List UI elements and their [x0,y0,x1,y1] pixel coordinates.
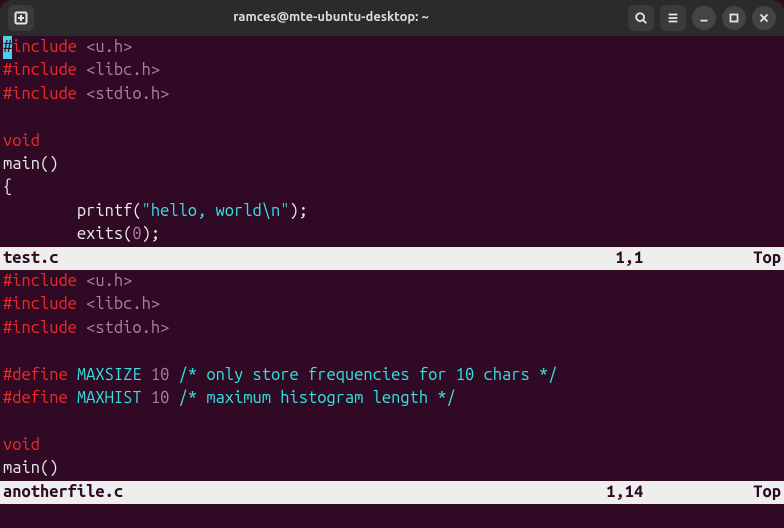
code-line: #define MAXSIZE 10 /* only store frequen… [0,364,784,387]
close-button[interactable] [752,6,776,30]
code-line: #include <libc.h> [0,59,784,82]
status-scroll: Top [753,247,781,270]
minimize-button[interactable] [692,6,716,30]
code-line: #define MAXHIST 10 /* maximum histogram … [0,387,784,410]
code-line: void [0,434,784,457]
code-line [0,340,784,363]
code-line: void [0,130,784,153]
status-filename: anotherfile.c [3,481,123,504]
titlebar: ramces@mte-ubuntu-desktop: ~ [0,0,784,36]
code-line [0,106,784,129]
status-scroll: Top [753,481,781,504]
maximize-icon [727,11,741,25]
code-line: { [0,176,784,199]
status-cursor-position: 1,14 [606,481,753,504]
code-line: printf("hello, world\n"); [0,200,784,223]
search-icon [634,11,648,25]
terminal-window: ramces@mte-ubuntu-desktop: ~ [0,0,784,528]
code-line: #include <libc.h> [0,293,784,316]
code-line: exits(0); [0,223,784,246]
code-line: main() [0,457,784,480]
menu-button[interactable] [660,5,686,31]
terminal-body[interactable]: #include <u.h> #include <libc.h> #includ… [0,36,784,528]
code-line [0,411,784,434]
hamburger-icon [666,11,680,25]
new-tab-icon [13,10,29,26]
editor-pane-1[interactable]: #include <u.h> #include <libc.h> #includ… [0,36,784,270]
minimize-icon [697,11,711,25]
editor-pane-2[interactable]: #include <u.h> #include <libc.h> #includ… [0,270,784,504]
cursor: # [3,36,12,59]
code-line: main() [0,153,784,176]
search-button[interactable] [628,5,654,31]
code-line: #include <u.h> [0,270,784,293]
status-bar-1: test.c 1,1 Top [0,247,784,270]
new-tab-button[interactable] [8,5,34,31]
status-cursor-position: 1,1 [616,247,754,270]
maximize-button[interactable] [722,6,746,30]
status-bar-2: anotherfile.c 1,14 Top [0,481,784,504]
code-line: #include <u.h> [0,36,784,59]
window-title: ramces@mte-ubuntu-desktop: ~ [34,6,628,29]
code-line: #include <stdio.h> [0,317,784,340]
code-line: #include <stdio.h> [0,83,784,106]
status-filename: test.c [3,247,58,270]
close-icon [757,11,771,25]
